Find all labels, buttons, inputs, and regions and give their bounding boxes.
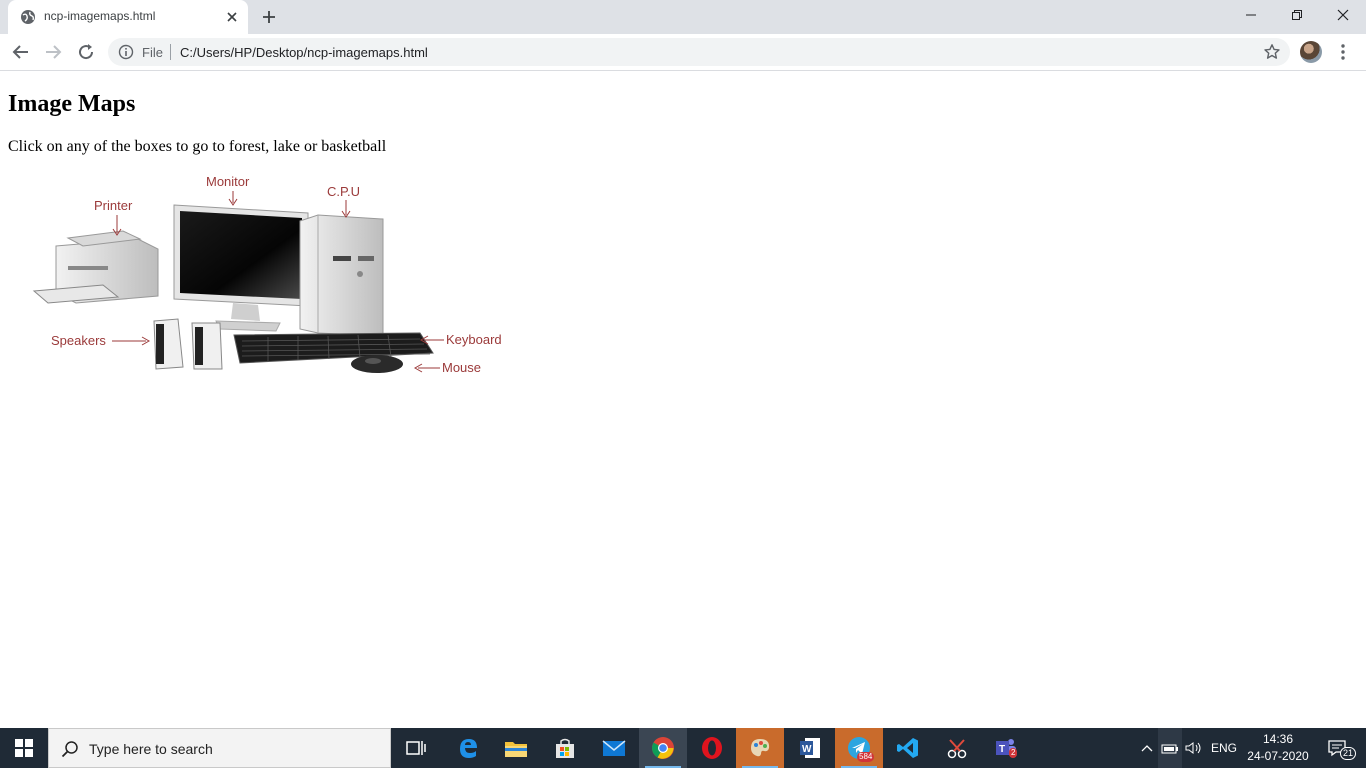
chevron-up-icon	[1141, 745, 1153, 752]
start-button[interactable]	[0, 728, 48, 768]
cpu-area[interactable]	[299, 214, 384, 337]
task-view-button[interactable]	[392, 728, 440, 768]
back-arrow-icon[interactable]	[11, 42, 31, 62]
label-printer: Printer	[94, 198, 133, 213]
word-icon: W	[800, 738, 820, 758]
mail-button[interactable]	[590, 728, 638, 768]
forward-arrow-icon[interactable]	[43, 42, 63, 62]
volume-button[interactable]	[1184, 728, 1204, 768]
battery-plug-icon	[1161, 744, 1178, 754]
edge-icon	[460, 739, 477, 758]
label-mouse: Mouse	[442, 360, 481, 375]
opera-icon	[702, 737, 722, 759]
profile-avatar[interactable]	[1300, 41, 1322, 63]
battery-button[interactable]	[1158, 728, 1182, 768]
paint-palette-icon	[751, 739, 770, 757]
paint-button[interactable]	[736, 728, 784, 768]
clock-date: 24-07-2020	[1247, 749, 1309, 763]
keyboard-area[interactable]	[233, 332, 434, 364]
language-indicator[interactable]: ENG	[1208, 728, 1240, 768]
clock-time: 14:36	[1262, 732, 1294, 746]
svg-text:T: T	[999, 744, 1005, 755]
close-window-button[interactable]	[1320, 0, 1366, 30]
address-bar[interactable]: File C:/Users/HP/Desktop/ncp-imagemaps.h…	[108, 38, 1290, 66]
vscode-icon	[897, 738, 918, 758]
chrome-icon	[652, 737, 674, 759]
label-monitor: Monitor	[206, 174, 250, 189]
telegram-button[interactable]: 584	[835, 728, 883, 768]
search-icon	[61, 741, 78, 758]
speaker-volume-icon	[1185, 742, 1201, 754]
printer-area[interactable]	[32, 230, 159, 304]
tab-strip: ncp-imagemaps.html	[0, 0, 1366, 34]
windows-taskbar: Type here to search W 584 T 2 ENG 14:36 …	[0, 728, 1366, 768]
restore-button[interactable]	[1274, 0, 1320, 30]
search-placeholder: Type here to search	[89, 741, 213, 757]
page-content: Image Maps Click on any of the boxes to …	[0, 71, 1366, 728]
snipping-tool-icon	[947, 739, 967, 759]
snipping-tool-button[interactable]	[933, 728, 981, 768]
tab-title: ncp-imagemaps.html	[44, 9, 156, 23]
label-keyboard: Keyboard	[446, 332, 502, 347]
chrome-button[interactable]	[639, 728, 687, 768]
word-button[interactable]: W	[786, 728, 834, 768]
mouse-area[interactable]	[351, 355, 403, 373]
bookmark-star-icon[interactable]	[1263, 43, 1281, 61]
info-icon[interactable]	[118, 44, 134, 60]
telegram-badge: 584	[857, 752, 875, 762]
close-icon	[1337, 9, 1349, 21]
speakers-area[interactable]	[153, 318, 223, 370]
vscode-button[interactable]	[884, 728, 932, 768]
file-explorer-button[interactable]	[492, 728, 540, 768]
minimize-icon	[1246, 14, 1256, 16]
monitor-area[interactable]	[173, 204, 309, 332]
page-heading: Image Maps	[8, 91, 136, 117]
browser-toolbar: File C:/Users/HP/Desktop/ncp-imagemaps.h…	[0, 34, 1366, 71]
minimize-button[interactable]	[1228, 0, 1274, 30]
opera-button[interactable]	[688, 728, 736, 768]
label-speakers: Speakers	[51, 333, 106, 348]
menu-dots-icon[interactable]	[1336, 42, 1350, 62]
show-hidden-icons-button[interactable]	[1138, 728, 1156, 768]
url-text[interactable]: C:/Users/HP/Desktop/ncp-imagemaps.html	[180, 45, 428, 60]
restore-icon	[1292, 10, 1302, 20]
browser-tab[interactable]: ncp-imagemaps.html	[8, 0, 248, 34]
mail-icon	[602, 740, 626, 756]
close-tab-icon[interactable]	[224, 9, 240, 25]
reload-icon[interactable]	[76, 42, 96, 62]
globe-icon	[21, 10, 35, 24]
folder-icon	[505, 742, 527, 757]
notification-count: 21	[1340, 747, 1357, 760]
new-tab-icon[interactable]	[261, 9, 277, 25]
taskbar-clock[interactable]: 14:36 24-07-2020	[1244, 731, 1312, 765]
store-bag-icon	[556, 738, 574, 758]
svg-text:W: W	[802, 744, 812, 755]
label-cpu: C.P.U	[327, 184, 360, 199]
taskbar-search[interactable]: Type here to search	[48, 728, 391, 768]
store-button[interactable]	[541, 728, 589, 768]
task-view-icon	[406, 741, 426, 755]
computer-image-map[interactable]: Monitor C.P.U Printer Speakers Keyboard …	[28, 171, 518, 381]
page-description: Click on any of the boxes to go to fores…	[8, 138, 387, 155]
teams-button[interactable]: T 2	[982, 728, 1030, 768]
edge-button[interactable]	[444, 728, 492, 768]
windows-logo-icon	[15, 739, 33, 757]
action-center-button[interactable]: 21	[1318, 728, 1358, 768]
address-separator	[170, 44, 171, 60]
scheme-label: File	[142, 45, 163, 60]
